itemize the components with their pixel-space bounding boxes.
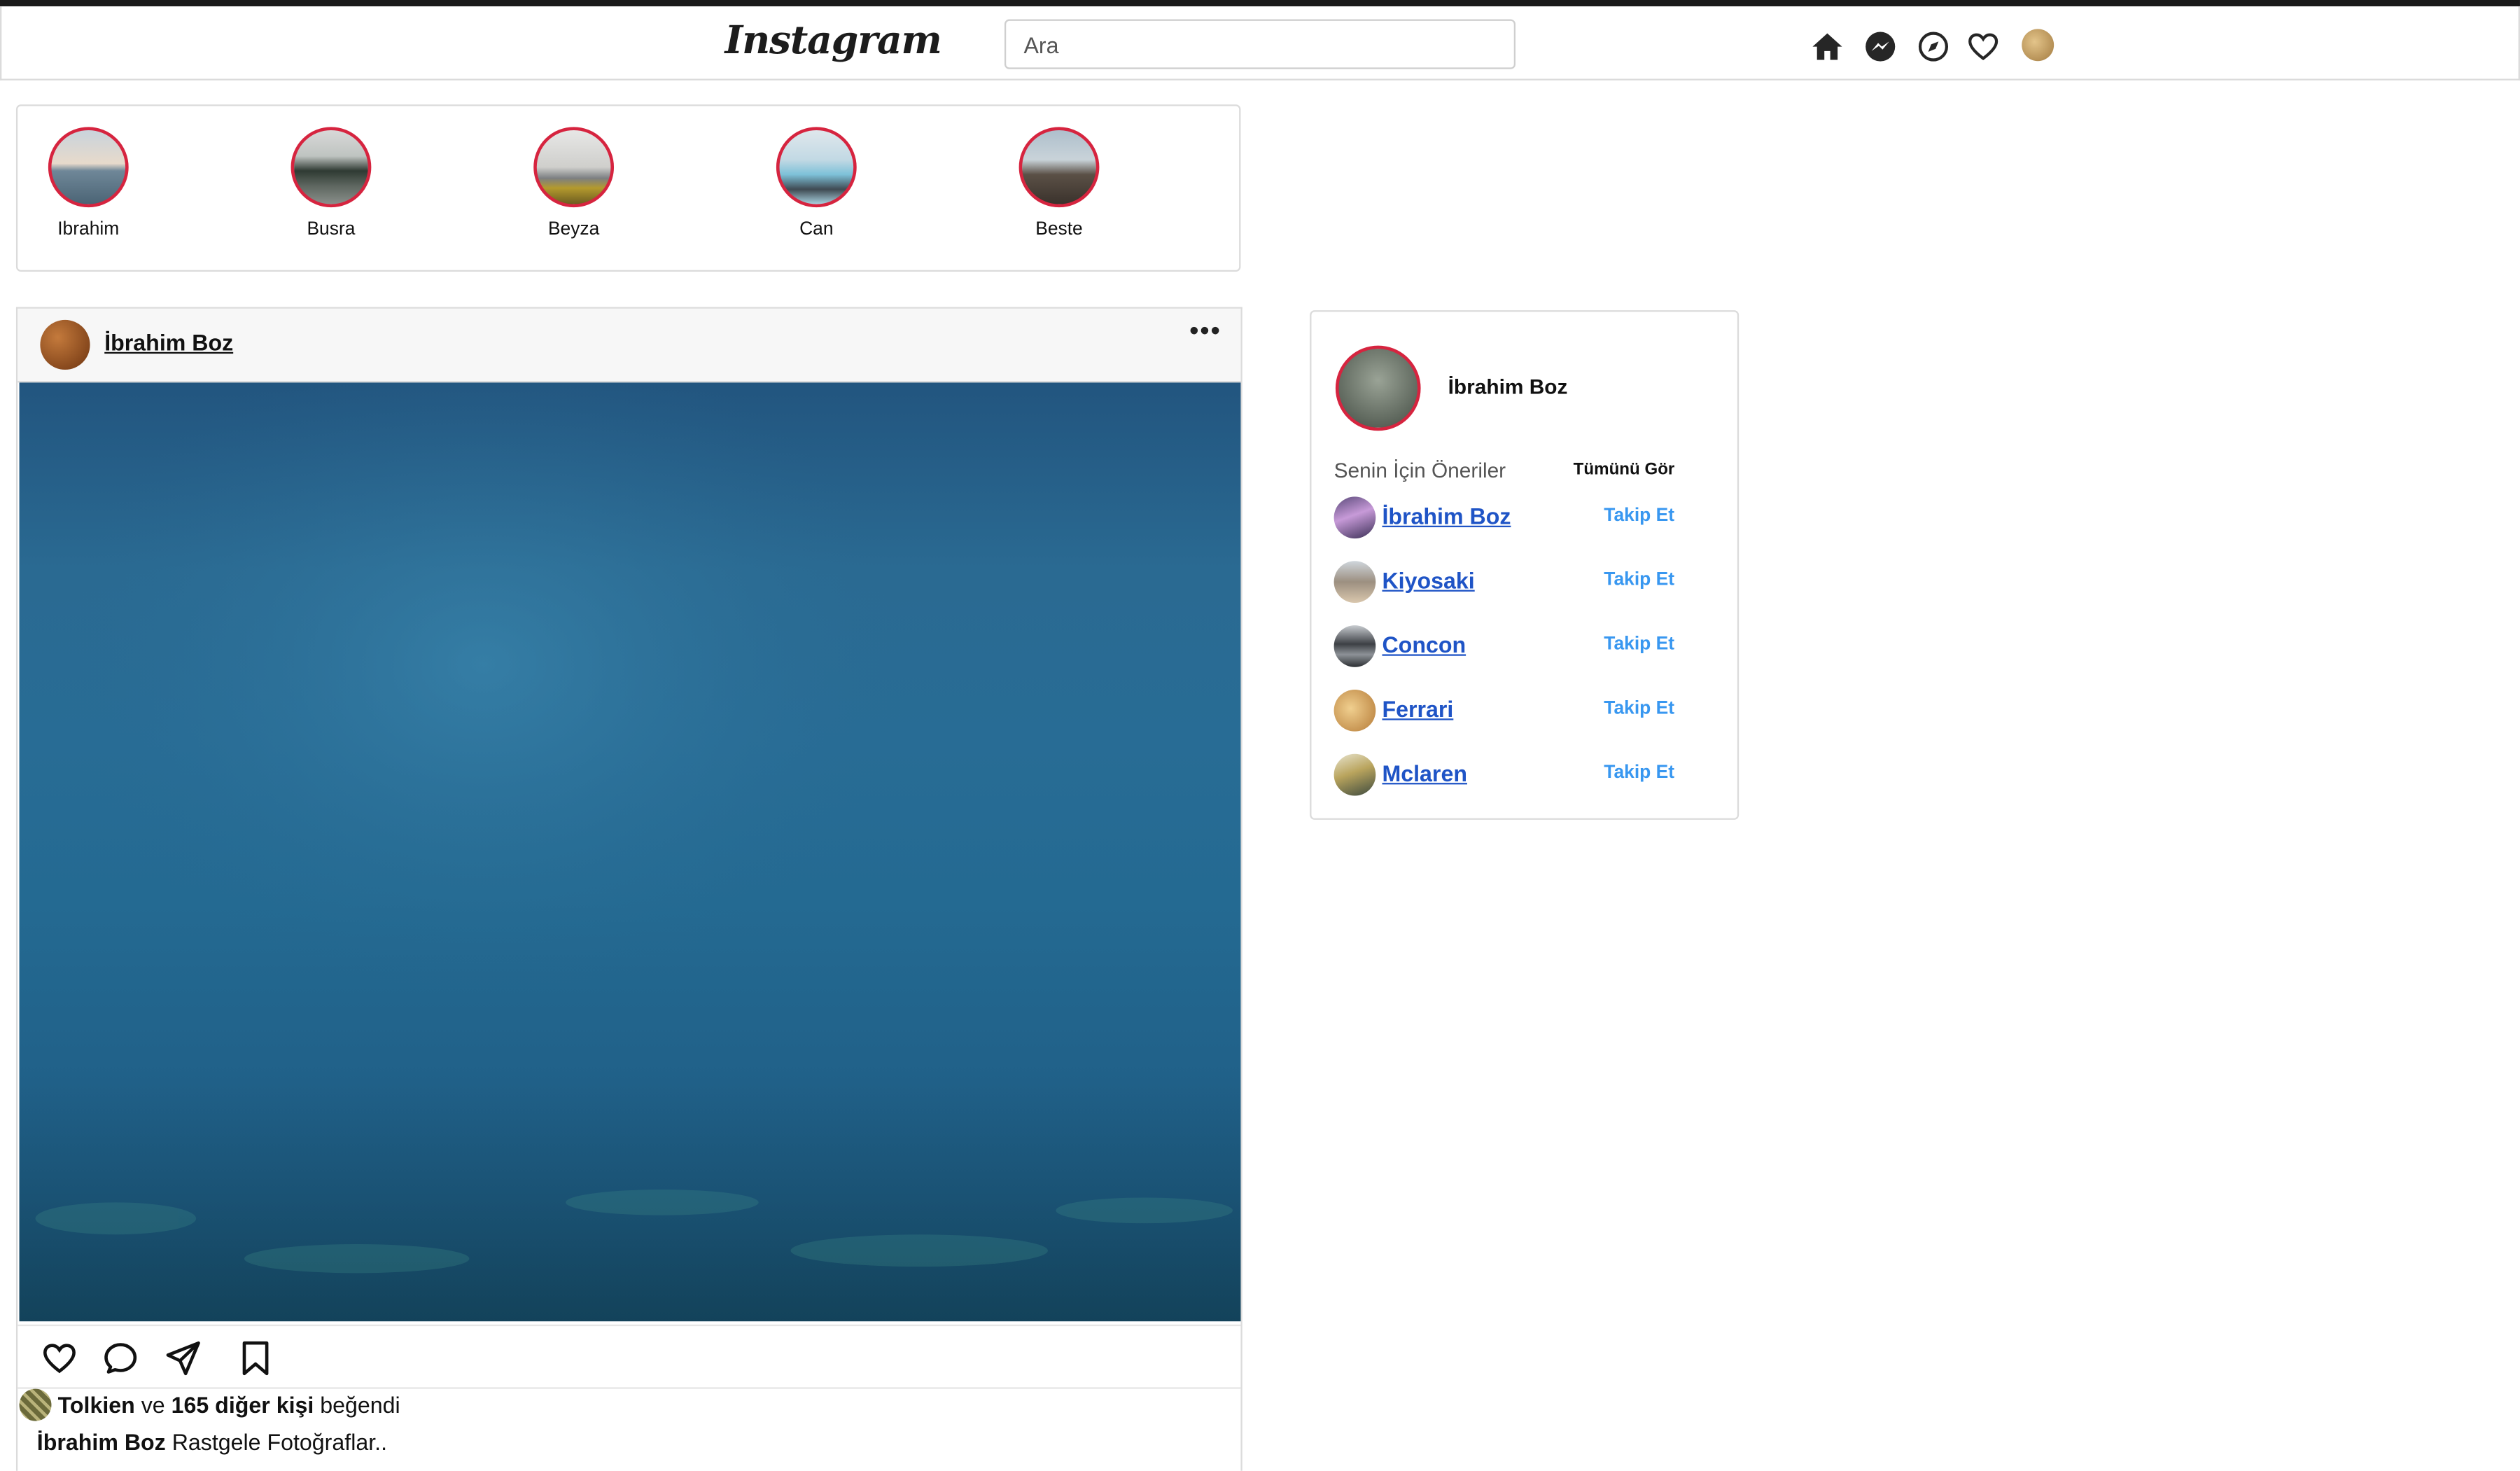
suggestion-row: Mclaren Takip Et — [1334, 753, 1704, 796]
follow-button[interactable]: Takip Et — [1604, 699, 1674, 719]
likes-count[interactable]: 165 diğer kişi — [172, 1392, 314, 1418]
post-image[interactable] — [19, 382, 1241, 1322]
story-avatar — [776, 127, 857, 208]
suggestion-avatar[interactable] — [1334, 689, 1376, 732]
profile-avatar[interactable] — [2022, 29, 2054, 62]
feed-post: İbrahim Boz ••• Tolkien ve 165 diğer kiş… — [15, 307, 1242, 1471]
likes-summary: Tolkien ve 165 diğer kişi beğendi — [19, 1388, 400, 1421]
post-header: İbrahim Boz ••• — [18, 308, 1241, 383]
messenger-icon[interactable] — [1863, 29, 1898, 64]
story-item[interactable]: Busra — [267, 127, 396, 239]
story-avatar — [290, 127, 372, 208]
search-input[interactable] — [1004, 19, 1516, 69]
suggestion-name[interactable]: İbrahim Boz — [1382, 503, 1511, 529]
follow-button[interactable]: Takip Et — [1604, 571, 1674, 590]
story-avatar — [1018, 127, 1100, 208]
suggestion-avatar[interactable] — [1334, 496, 1376, 539]
browser-top-strip — [0, 0, 2520, 7]
caption-text: Rastgele Fotoğraflar.. — [172, 1429, 388, 1455]
more-options-icon[interactable]: ••• — [1189, 319, 1221, 347]
likes-connector: ve — [141, 1392, 165, 1418]
top-navbar: Instagram — [0, 6, 2520, 81]
post-actions-bar — [18, 1324, 1241, 1389]
current-user-name[interactable]: İbrahim Boz — [1448, 375, 1568, 398]
story-name: Beste — [1035, 220, 1083, 240]
follow-button[interactable]: Takip Et — [1604, 764, 1674, 783]
liker-name[interactable]: Tolkien — [58, 1392, 135, 1418]
app-root: Instagram Ibrahim Busra Beyza — [0, 0, 2520, 1471]
see-all-link[interactable]: Tümünü Gör — [1574, 460, 1675, 480]
like-heart-icon[interactable] — [40, 1339, 78, 1377]
comment-icon[interactable] — [102, 1339, 140, 1377]
story-item[interactable]: Beyza — [510, 127, 638, 239]
suggestion-row: Kiyosaki Takip Et — [1334, 561, 1704, 603]
likes-suffix: beğendi — [320, 1392, 400, 1418]
current-user-avatar[interactable] — [1335, 345, 1421, 431]
suggestion-name[interactable]: Kiyosaki — [1382, 567, 1474, 593]
suggestion-row: İbrahim Boz Takip Et — [1334, 496, 1704, 539]
story-name: Ibrahim — [57, 220, 120, 240]
post-author-avatar[interactable] — [40, 319, 90, 370]
story-avatar — [48, 127, 129, 208]
post-caption: İbrahim Boz Rastgele Fotoğraflar.. — [37, 1429, 387, 1455]
follow-button[interactable]: Takip Et — [1604, 506, 1674, 526]
heart-icon[interactable] — [1966, 29, 2001, 64]
share-icon[interactable] — [164, 1339, 202, 1377]
story-item[interactable]: Can — [752, 127, 881, 239]
explore-icon[interactable] — [1916, 29, 1952, 64]
instagram-logo[interactable]: Instagram — [724, 16, 941, 63]
story-name: Can — [799, 220, 834, 240]
liker-avatar[interactable] — [19, 1388, 52, 1421]
suggestion-avatar[interactable] — [1334, 561, 1376, 603]
suggestions-title: Senin İçin Öneriler — [1334, 458, 1506, 482]
suggestions-panel: İbrahim Boz Senin İçin Öneriler Tümünü G… — [1310, 310, 1740, 820]
suggestion-avatar[interactable] — [1334, 753, 1376, 796]
suggestion-name[interactable]: Concon — [1382, 632, 1466, 657]
underwater-texture — [19, 382, 1241, 1322]
stories-bar: Ibrahim Busra Beyza Can Beste — [15, 104, 1241, 272]
story-item[interactable]: Beste — [995, 127, 1124, 239]
story-item[interactable]: Ibrahim — [24, 127, 153, 239]
bookmark-icon[interactable] — [236, 1339, 274, 1377]
suggestion-row: Ferrari Takip Et — [1334, 689, 1704, 732]
follow-button[interactable]: Takip Et — [1604, 635, 1674, 655]
story-name: Beyza — [547, 220, 600, 240]
suggestion-name[interactable]: Ferrari — [1382, 696, 1453, 722]
suggestion-name[interactable]: Mclaren — [1382, 760, 1467, 786]
story-name: Busra — [307, 220, 356, 240]
story-avatar — [533, 127, 615, 208]
post-author-name[interactable]: İbrahim Boz — [104, 330, 233, 356]
caption-author[interactable]: İbrahim Boz — [37, 1429, 166, 1455]
home-icon[interactable] — [1809, 29, 1845, 64]
suggestion-avatar[interactable] — [1334, 625, 1376, 667]
suggestion-row: Concon Takip Et — [1334, 625, 1704, 667]
